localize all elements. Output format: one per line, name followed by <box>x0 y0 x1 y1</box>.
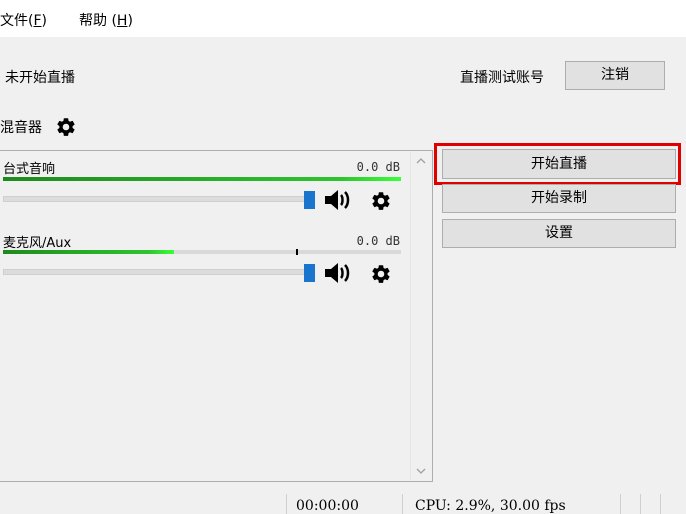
meter-peak-mic-aux <box>295 249 298 255</box>
status-divider <box>660 494 661 514</box>
status-divider <box>286 494 287 514</box>
account-name: 直播测试账号 <box>460 70 544 86</box>
status-divider <box>402 494 403 514</box>
meter-level-desktop-audio <box>3 177 401 181</box>
channel-gear-icon[interactable] <box>370 190 392 212</box>
menu-file[interactable]: 文件(F) <box>0 10 47 30</box>
menu-help-close: ) <box>127 13 133 29</box>
channel-name-mic-aux: 麦克风/Aux <box>3 236 72 251</box>
status-divider <box>620 494 621 514</box>
mixer-scrollbar[interactable] <box>410 152 430 480</box>
menu-help[interactable]: 帮助 (H) <box>79 10 133 30</box>
status-divider <box>640 494 641 514</box>
volume-slider-handle-mic-aux[interactable] <box>304 264 315 282</box>
speaker-icon[interactable] <box>323 188 353 212</box>
mixer-panel: 台式音响 0.0 dB 麦克风/Aux 0.0 dB <box>0 150 433 482</box>
speaker-icon[interactable] <box>323 261 353 285</box>
scroll-down-chevron-icon[interactable] <box>415 465 427 477</box>
cpu-fps-readout: CPU: 2.9%, 30.00 fps <box>415 498 566 514</box>
menu-file-close: ) <box>41 13 47 29</box>
start-streaming-button[interactable]: 开始直播 <box>442 149 676 179</box>
menu-bar: 文件(F) 帮助 (H) <box>0 0 686 37</box>
stream-time: 00:00:00 <box>296 498 359 514</box>
channel-db-mic-aux: 0.0 dB <box>356 234 400 248</box>
mixer-settings-gear-icon[interactable] <box>55 116 77 138</box>
channel-db-desktop-audio: 0.0 dB <box>356 160 400 174</box>
logout-button[interactable]: 注销 <box>565 61 665 90</box>
meter-level-mic-aux <box>3 250 175 254</box>
volume-slider-handle-desktop-audio[interactable] <box>304 191 315 209</box>
channel-gear-icon[interactable] <box>370 263 392 285</box>
mixer-title: 混音器 <box>0 120 42 136</box>
channel-name-desktop-audio: 台式音响 <box>3 162 56 177</box>
settings-button[interactable]: 设置 <box>442 219 676 248</box>
volume-meter-mic-aux <box>3 249 401 255</box>
volume-slider-track-desktop-audio[interactable] <box>3 196 313 202</box>
volume-slider-track-mic-aux[interactable] <box>3 269 313 275</box>
menu-file-label: 文件( <box>0 13 34 29</box>
status-bar: 00:00:00 CPU: 2.9%, 30.00 fps <box>0 488 686 514</box>
stream-status-text: 未开始直播 <box>5 70 75 86</box>
menu-help-label: 帮助 ( <box>79 13 117 29</box>
start-recording-button[interactable]: 开始录制 <box>442 184 676 213</box>
volume-meter-desktop-audio <box>3 177 401 181</box>
scroll-up-chevron-icon[interactable] <box>415 155 427 167</box>
menu-help-mnemonic: H <box>116 13 128 29</box>
menu-file-mnemonic: F <box>33 13 42 29</box>
